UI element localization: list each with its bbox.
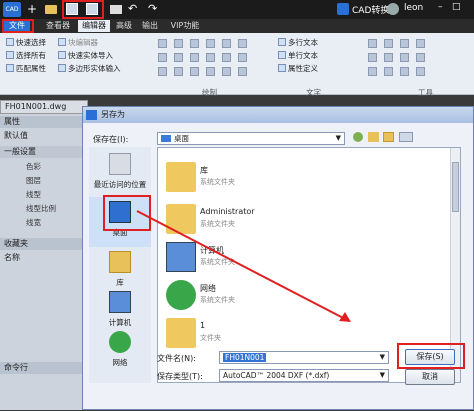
pen-icon[interactable] (238, 53, 247, 62)
import-icon (58, 51, 66, 59)
draw-tool-icon[interactable] (222, 67, 231, 76)
filetype-label: 保存类型(T): (157, 372, 203, 381)
favorites-header: 收藏夹 (0, 238, 88, 250)
single-text-icon (278, 51, 286, 59)
prop-item: 线宽 (26, 218, 41, 227)
menu-viewer[interactable]: 查看器 (42, 20, 74, 32)
filetype-select[interactable]: AutoCAD™ 2004 DXF (*.dxf) ▼ (219, 369, 389, 382)
tool-icon[interactable] (368, 67, 377, 76)
prop-item: 色彩 (26, 162, 41, 171)
tool-icon[interactable] (384, 53, 393, 62)
ribbon: 快速选择 选择所有 匹配属性 块编辑器 快速实体导入 多边形实体输入 多行文本 … (0, 33, 474, 97)
redo-icon[interactable]: ↷ (148, 2, 157, 15)
ribbon-quick-select[interactable]: 快速选择 (6, 37, 46, 48)
tool-icon[interactable] (400, 53, 409, 62)
cancel-button[interactable]: 取消 (405, 369, 455, 385)
group-draw-label: 绘制 (202, 88, 217, 97)
polygon-icon (58, 64, 66, 72)
command-line-label: 命令行 (0, 362, 88, 374)
tool-icon[interactable] (384, 67, 393, 76)
draw-tool-icon[interactable] (222, 53, 231, 62)
title-bar: CAD + ↶ ↷ CAD转换 leon – □ (0, 0, 474, 19)
prop-item: 线型 (26, 190, 41, 199)
block-editor-icon (58, 38, 66, 46)
new-icon[interactable]: + (27, 3, 37, 15)
draw-tool-icon[interactable] (174, 67, 183, 76)
draw-tool-icon[interactable] (222, 39, 231, 48)
group-tools-label: 工具 (418, 88, 433, 97)
pen-icon[interactable] (238, 39, 247, 48)
draw-tool-icon[interactable] (206, 39, 215, 48)
prop-item: 线型比例 (26, 204, 56, 213)
draw-tool-icon[interactable] (158, 53, 167, 62)
panel-general[interactable]: 一般设置 (0, 146, 88, 158)
filename-input[interactable]: FH01N001 ▼ (219, 351, 389, 364)
draw-tool-icon[interactable] (158, 67, 167, 76)
draw-tool-icon[interactable] (158, 39, 167, 48)
draw-tool-icon[interactable] (206, 67, 215, 76)
undo-icon[interactable]: ↶ (128, 2, 137, 15)
ribbon-match-props[interactable]: 匹配属性 (6, 63, 46, 74)
menu-bar: 文件 查看器 编辑器 高级 输出 VIP功能 (0, 19, 474, 33)
panel-default[interactable]: 默认值 (0, 130, 88, 142)
filename-label: 文件名(N): (157, 354, 196, 363)
open-folder-icon[interactable] (45, 5, 57, 14)
maximize-icon[interactable]: □ (452, 2, 461, 12)
draw-tool-icon[interactable] (206, 53, 215, 62)
document-tab[interactable]: FH01N001.dwg (0, 100, 88, 114)
app-logo: CAD (3, 2, 21, 17)
tool-icon[interactable] (400, 67, 409, 76)
ribbon-attdef[interactable]: 属性定义 (278, 63, 318, 74)
draw-tool-icon[interactable] (190, 39, 199, 48)
tool-icon[interactable] (368, 39, 377, 48)
print-icon[interactable] (110, 5, 122, 14)
prop-item: 图层 (26, 176, 41, 185)
quick-select-icon (6, 38, 14, 46)
menu-vip[interactable]: VIP功能 (166, 20, 204, 32)
user-avatar[interactable] (387, 3, 399, 15)
pen-icon[interactable] (238, 67, 247, 76)
chevron-down-icon: ▼ (379, 371, 385, 379)
brand-logo-icon (337, 3, 349, 15)
tool-icon[interactable] (416, 39, 425, 48)
attribute-icon (278, 64, 286, 72)
panel-header: 属性 (0, 116, 88, 128)
tool-icon[interactable] (416, 53, 425, 62)
mtext-icon (278, 38, 286, 46)
ribbon-stext[interactable]: 单行文本 (278, 50, 318, 61)
match-properties-icon (6, 64, 14, 72)
ribbon-quick-import[interactable]: 快速实体导入 (58, 50, 113, 61)
tool-icon[interactable] (400, 39, 409, 48)
draw-tool-icon[interactable] (190, 53, 199, 62)
brand-name: CAD转换 (352, 6, 390, 16)
tool-icon[interactable] (416, 67, 425, 76)
highlight-save-button (397, 343, 465, 369)
properties-panel: 属性 默认值 一般设置 色彩 图层 线型 线型比例 线宽 收藏夹 名称 命令行 (0, 114, 88, 410)
highlight-file-menu (2, 19, 34, 33)
minimize-icon[interactable]: – (438, 2, 443, 12)
menu-advanced[interactable]: 高级 (114, 20, 134, 32)
user-name[interactable]: leon (404, 3, 423, 13)
group-text-label: 文字 (306, 88, 321, 97)
ribbon-polygon-input[interactable]: 多边形实体输入 (58, 63, 121, 74)
ribbon-block-editor[interactable]: 块编辑器 (58, 37, 98, 48)
draw-tool-icon[interactable] (174, 39, 183, 48)
chevron-down-icon: ▼ (379, 353, 385, 361)
highlight-save-icons (62, 0, 104, 19)
draw-tool-icon[interactable] (174, 53, 183, 62)
tool-icon[interactable] (384, 39, 393, 48)
ribbon-mtext[interactable]: 多行文本 (278, 37, 318, 48)
select-all-icon (6, 51, 14, 59)
tool-icon[interactable] (368, 53, 377, 62)
favorites-name: 名称 (4, 253, 20, 262)
menu-output[interactable]: 输出 (140, 20, 160, 32)
save-as-dialog: 另存为 保存在(I): 桌面 ▼ 最近访问的位置 桌面 库 计算机 网络 库系统… (82, 106, 474, 410)
draw-tool-icon[interactable] (190, 67, 199, 76)
ribbon-select-all[interactable]: 选择所有 (6, 50, 46, 61)
menu-editor[interactable]: 编辑器 (78, 20, 110, 32)
